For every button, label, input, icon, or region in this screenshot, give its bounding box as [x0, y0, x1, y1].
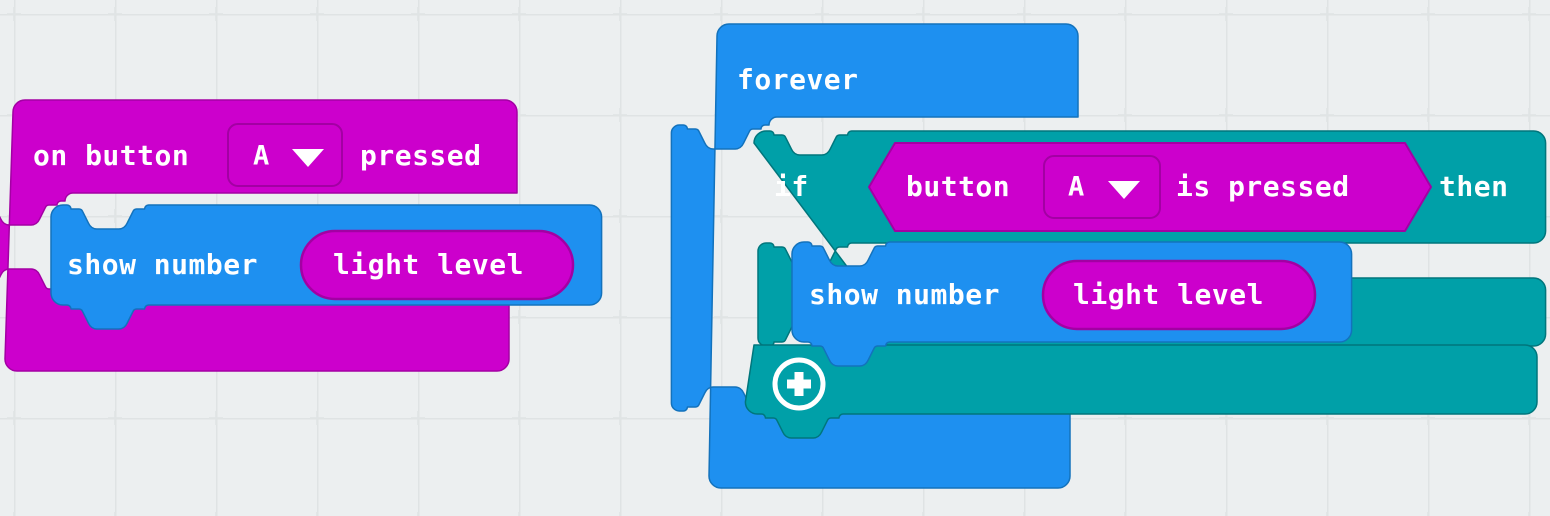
then-label: then	[1439, 170, 1508, 203]
script-forever[interactable]: forever if button A is pressed then show…	[0, 0, 1550, 516]
show-number-label: show number	[809, 278, 1000, 311]
if-label: if	[774, 170, 809, 203]
boolean-label-prefix: button	[906, 170, 1010, 203]
forever-label: forever	[737, 63, 859, 96]
blocks-workspace[interactable]: on button A pressed show number light le…	[0, 0, 1550, 516]
boolean-label-suffix: is pressed	[1176, 170, 1350, 203]
light-level-label: light level	[1073, 278, 1264, 311]
button-selector-value: A	[1068, 172, 1084, 203]
button-selector[interactable]	[1043, 155, 1161, 219]
